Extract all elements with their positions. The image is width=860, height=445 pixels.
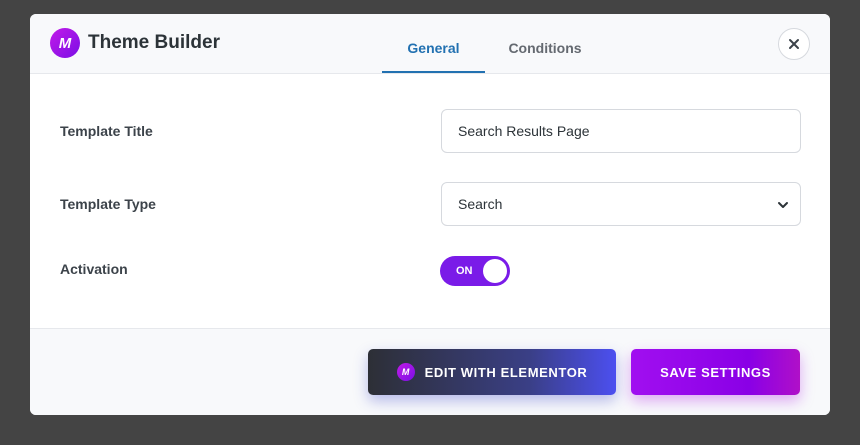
template-type-select[interactable]: Search [441, 182, 801, 226]
brand-logo-icon: M [50, 28, 80, 58]
template-title-value: Search Results Page [458, 123, 590, 139]
brand: M Theme Builder [50, 28, 220, 58]
modal-header: M Theme Builder General Conditions [30, 14, 830, 74]
tab-general[interactable]: General [382, 14, 485, 73]
activation-toggle[interactable]: ON [440, 256, 510, 286]
save-button-label: SAVE SETTINGS [660, 364, 771, 380]
edit-with-elementor-button[interactable]: M EDIT WITH ELEMENTOR [368, 349, 616, 395]
modal-title: Theme Builder [88, 32, 220, 53]
elementor-logo-icon: M [396, 363, 415, 381]
chevron-down-icon [778, 202, 788, 208]
activation-label: Activation [60, 261, 128, 277]
template-type-value: Search [458, 196, 503, 212]
close-icon [789, 39, 799, 49]
template-title-label: Template Title [60, 123, 153, 139]
tab-conditions[interactable]: Conditions [495, 14, 595, 73]
theme-builder-modal: M Theme Builder General Conditions Templ… [30, 14, 830, 415]
save-settings-button[interactable]: SAVE SETTINGS [631, 349, 800, 395]
template-type-label: Template Type [60, 196, 156, 212]
edit-button-label: EDIT WITH ELEMENTOR [424, 364, 588, 380]
toggle-state-text: ON [456, 265, 473, 277]
close-button[interactable] [778, 28, 810, 60]
toggle-knob [483, 259, 507, 283]
template-title-input[interactable]: Search Results Page [441, 109, 801, 153]
